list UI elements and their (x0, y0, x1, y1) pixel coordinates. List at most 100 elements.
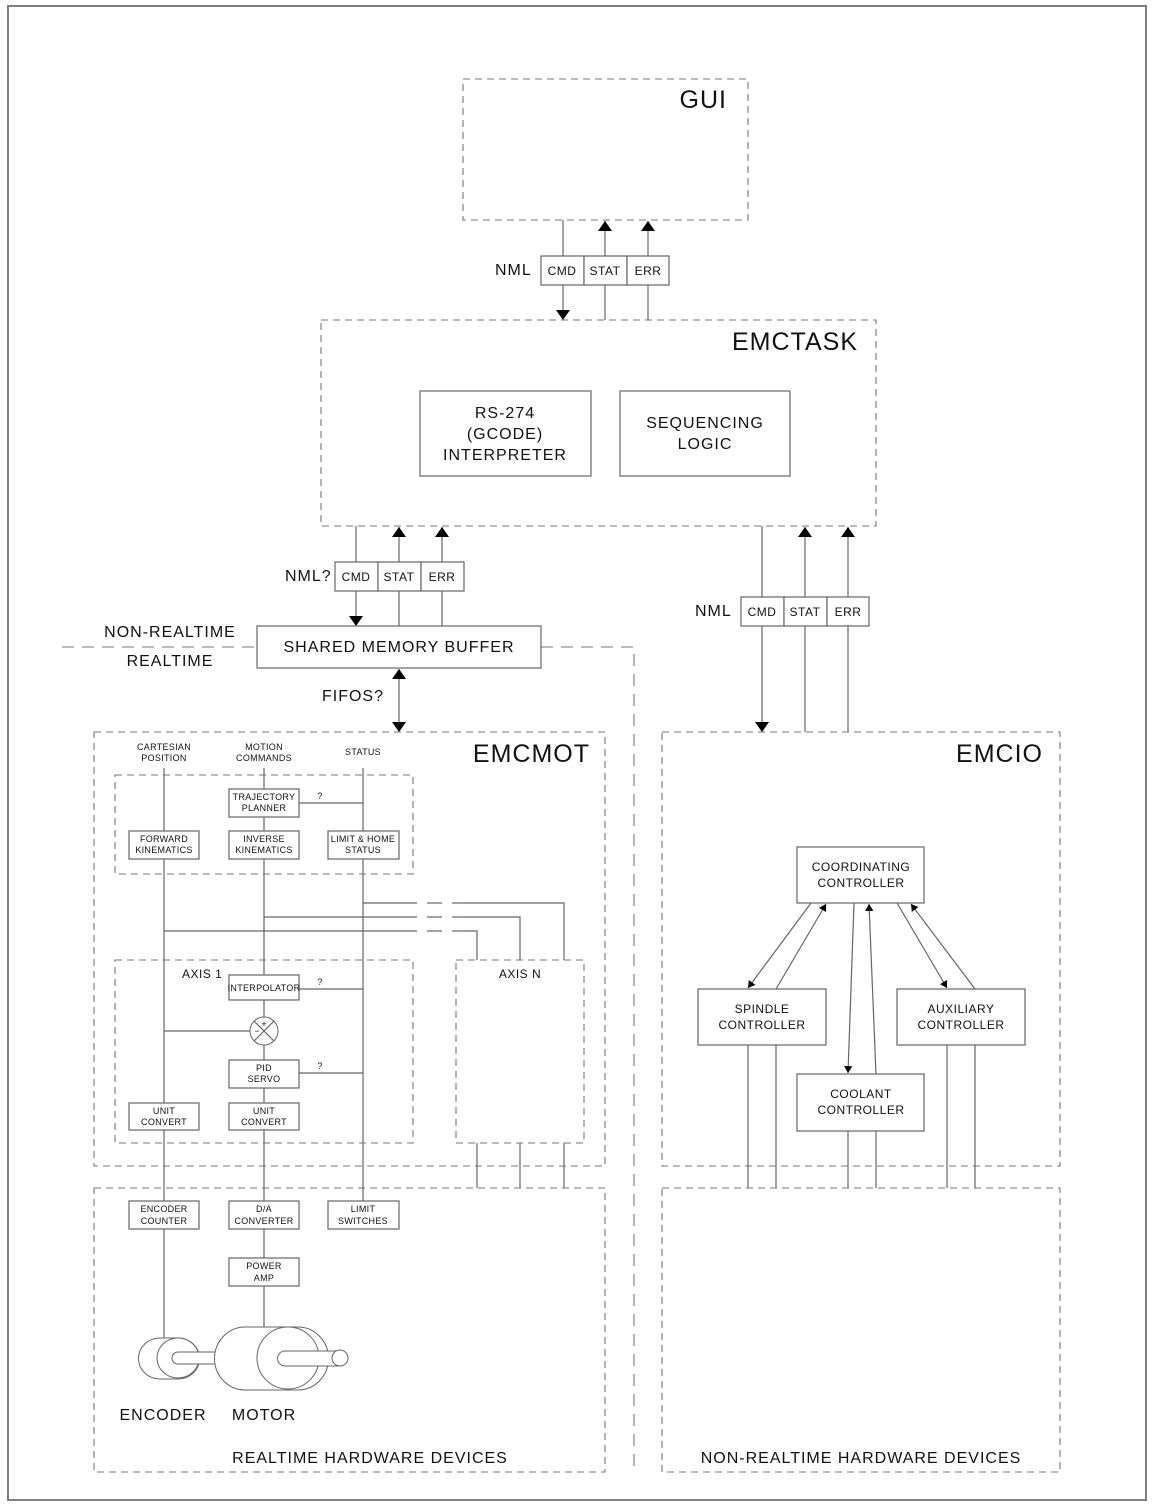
cc-line-2: CONTROLLER (817, 876, 904, 890)
gui-block: GUI (462, 78, 749, 221)
cc-to-coolant-arrow (844, 902, 855, 1074)
pa-line-2: AMP (254, 1273, 274, 1283)
nrt-hw-boundary (661, 1187, 1061, 1473)
nml-stat-label: STAT (590, 264, 621, 278)
coolant-to-cc-arrow (865, 903, 877, 1075)
sum-minus: − (254, 1026, 259, 1036)
ec-line-2: COUNTER (141, 1216, 188, 1226)
ucl-line-1: UNIT (153, 1106, 175, 1116)
emctask-title: EMCTASK (732, 328, 858, 356)
ec-line-1: ENCODER (140, 1204, 187, 1214)
motion-branch-b (463, 916, 521, 960)
col-motion-2: COMMANDS (236, 753, 292, 763)
lh-line-1: LIMIT & HOME (331, 834, 395, 844)
question-mark-pid: ? (317, 1061, 322, 1071)
interpolator-label: INTERPOLATOR (228, 983, 301, 993)
nml-mot-err-label: ERR (429, 570, 456, 584)
non-realtime-label: NON-REALTIME (104, 624, 236, 641)
emcio-title: EMCIO (956, 740, 1043, 768)
spindle-controller-box (697, 988, 827, 1046)
col-motion-1: MOTION (245, 742, 283, 752)
col-cartesian-2: POSITION (141, 753, 186, 763)
motor-shaft-end (331, 1349, 349, 1367)
shared-memory-buffer: SHARED MEMORY BUFFER FIFOS? (256, 625, 542, 732)
nml-mot-label: NML? (285, 568, 332, 585)
nml-cmd-label: CMD (548, 264, 577, 278)
lh-line-2: STATUS (345, 845, 381, 855)
rt-hw-boundary (93, 1187, 606, 1473)
realtime-hardware-block: REALTIME HARDWARE DEVICES ENCODER COUNTE… (93, 1130, 606, 1473)
nml-label: NML (495, 262, 532, 279)
axisn-group (455, 959, 585, 1144)
encoder-motor-drawing (137, 1326, 349, 1391)
sum-plus: + (261, 1019, 266, 1029)
spindle-line-1: SPINDLE (735, 1002, 790, 1016)
ucm-line-2: CONVERT (241, 1117, 287, 1127)
nml-mot-stat-label: STAT (384, 570, 415, 584)
motor-label: MOTOR (232, 1407, 296, 1424)
axis1-title: AXIS 1 (182, 967, 222, 981)
nml-io-cmd-label: CMD (748, 605, 777, 619)
rt-hw-title: REALTIME HARDWARE DEVICES (232, 1450, 508, 1467)
status-branch-b (463, 902, 565, 960)
da-line-2: CONVERTER (234, 1216, 293, 1226)
cart-branch-b (463, 930, 478, 960)
col-cartesian-1: CARTESIAN (137, 742, 191, 752)
question-mark-interp: ? (317, 977, 322, 987)
sequencing-line-1: SEQUENCING (646, 415, 764, 432)
fifos-label: FIFOS? (322, 688, 384, 705)
nml-gui-task: NML CMD STAT ERR (495, 220, 670, 320)
nml-task-io: NML CMD STAT ERR (695, 526, 870, 732)
nml-io-label: NML (695, 603, 732, 620)
col-status: STATUS (345, 747, 381, 757)
coordinating-controller-box (796, 846, 925, 904)
emctask-block: EMCTASK RS-274 (GCODE) INTERPRETER SEQUE… (320, 319, 877, 527)
emcio-block: EMCIO COORDINATING CONTROLLER SPINDLE CO… (661, 731, 1061, 1188)
realtime-label: REALTIME (127, 653, 214, 670)
sequencing-line-2: LOGIC (678, 436, 733, 453)
gui-title: GUI (680, 86, 727, 114)
interpreter-line-1: RS-274 (475, 405, 535, 422)
nml-task-mot: NML? CMD STAT ERR (285, 526, 465, 626)
tp-line-1: TRAJECTORY (233, 792, 296, 802)
interpreter-line-3: INTERPRETER (443, 447, 567, 464)
coolant-line-2: CONTROLLER (817, 1103, 904, 1117)
ik-line-1: INVERSE (243, 834, 285, 844)
auxiliary-controller-box (896, 988, 1026, 1046)
aux-line-2: CONTROLLER (917, 1018, 1004, 1032)
spindle-line-2: CONTROLLER (718, 1018, 805, 1032)
emcmot-block: EMCMOT CARTESIAN POSITION MOTION COMMAND… (93, 731, 606, 1201)
fk-line-2: KINEMATICS (135, 845, 192, 855)
pid-line-2: SERVO (248, 1074, 281, 1084)
ucm-line-1: UNIT (253, 1106, 275, 1116)
ik-line-2: KINEMATICS (235, 845, 292, 855)
emc-architecture-diagram: GUI NML CMD STAT ERR EMCTASK RS-274 (GCO… (7, 5, 1147, 1501)
tp-line-2: PLANNER (242, 803, 287, 813)
nrt-hw-title: NON-REALTIME HARDWARE DEVICES (701, 1450, 1022, 1467)
boundary-right (541, 646, 635, 1470)
nml-io-err-label: ERR (835, 605, 862, 619)
aux-line-1: AUXILIARY (928, 1002, 995, 1016)
interpreter-line-2: (GCODE) (467, 426, 543, 443)
encoder-label: ENCODER (119, 1407, 206, 1424)
question-mark-tp: ? (317, 791, 322, 801)
ucl-line-2: CONVERT (141, 1117, 187, 1127)
nml-mot-cmd-label: CMD (342, 570, 371, 584)
ls-line-2: SWITCHES (338, 1216, 388, 1226)
nml-io-stat-label: STAT (790, 605, 821, 619)
nml-err-label: ERR (635, 264, 662, 278)
motor-shaft (277, 1350, 341, 1367)
cc-line-1: COORDINATING (812, 860, 910, 874)
sequencing-logic-box (619, 390, 791, 477)
cc-to-aux-arrow (896, 902, 948, 989)
da-line-1: D/A (256, 1204, 272, 1214)
fk-line-1: FORWARD (140, 834, 188, 844)
axisn-title: AXIS N (499, 967, 541, 981)
emcmot-boundary (93, 731, 606, 1167)
pid-line-1: PID (256, 1063, 272, 1073)
ls-line-1: LIMIT (351, 1204, 376, 1214)
emcmot-title: EMCMOT (473, 740, 590, 768)
pa-line-1: POWER (246, 1261, 282, 1271)
summing-junction: + − (249, 1016, 279, 1046)
coolant-line-1: COOLANT (830, 1087, 892, 1101)
